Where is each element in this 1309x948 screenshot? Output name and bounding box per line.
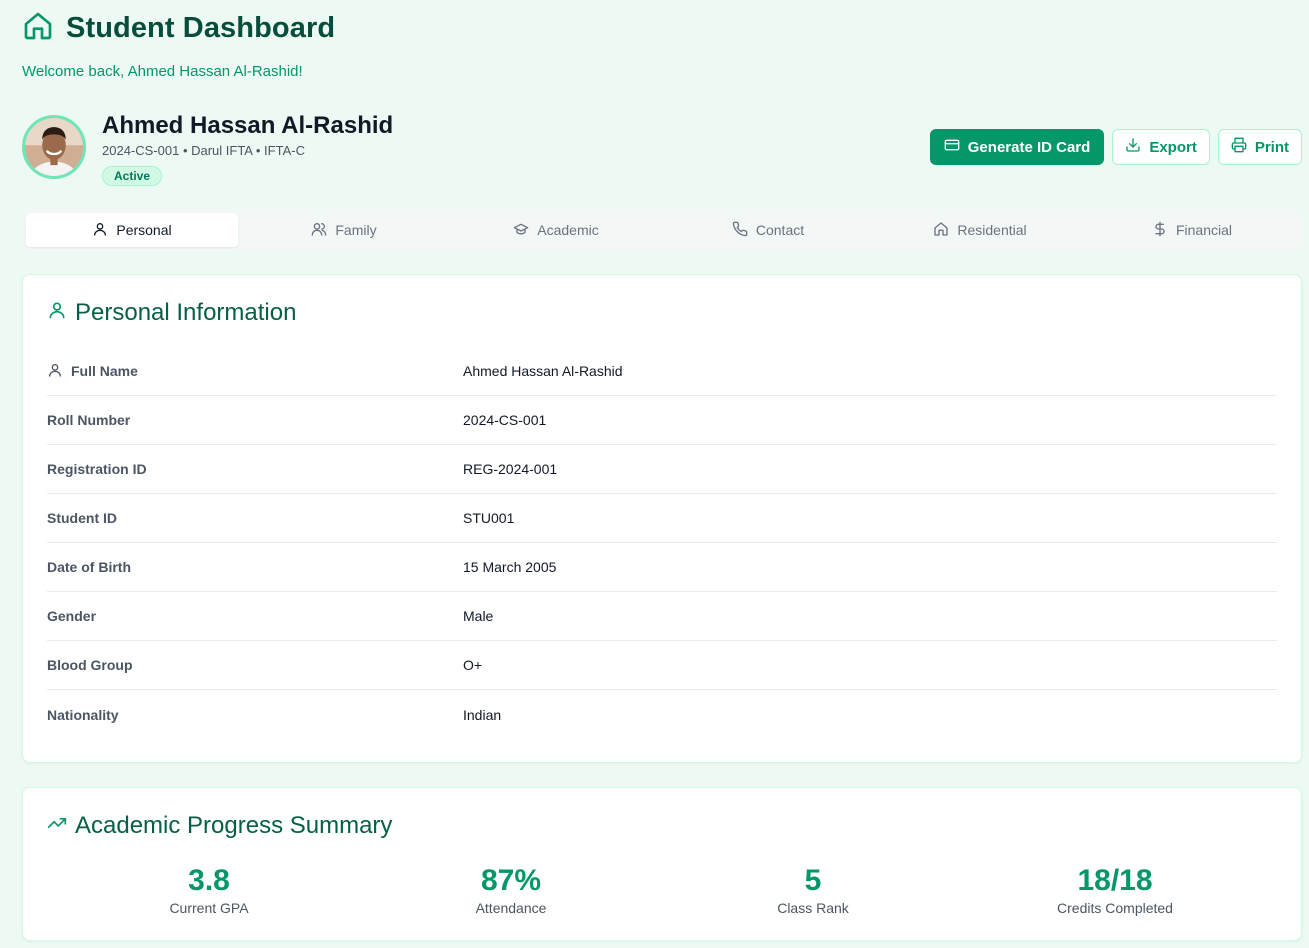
info-row-gender: Gender Male (47, 592, 1277, 641)
student-name: Ahmed Hassan Al-Rashid (102, 112, 394, 139)
tab-label: Family (335, 222, 377, 238)
field-value: Male (463, 608, 494, 624)
field-value: 2024-CS-001 (463, 412, 547, 428)
progress-stats: 3.8 Current GPA 87% Attendance 5 Class R… (58, 864, 1266, 916)
academic-progress-card: Academic Progress Summary 3.8 Current GP… (22, 787, 1302, 941)
stat-value: 5 (804, 864, 822, 897)
page-title: Student Dashboard (66, 12, 336, 44)
home-icon (933, 221, 949, 240)
info-row-nationality: Nationality Indian (47, 690, 1277, 739)
stat-current-gpa: 3.8 Current GPA (58, 864, 360, 916)
id-card-icon (944, 137, 960, 157)
info-row-student-id: Student ID STU001 (47, 494, 1277, 543)
tab-label: Residential (957, 222, 1027, 238)
home-icon (22, 10, 54, 47)
field-value: O+ (463, 657, 483, 673)
export-label: Export (1149, 138, 1197, 156)
stat-label: Current GPA (169, 900, 249, 916)
info-label: Full Name (47, 362, 463, 381)
generate-id-card-button[interactable]: Generate ID Card (929, 129, 1105, 165)
profile-tabs: Personal Family Academic Contact Residen… (22, 209, 1302, 251)
field-value: REG-2024-001 (463, 461, 558, 477)
field-value: Ahmed Hassan Al-Rashid (463, 363, 623, 379)
action-buttons: Generate ID Card Export Print (929, 129, 1302, 165)
title-row: Student Dashboard (22, 10, 335, 47)
print-button[interactable]: Print (1217, 129, 1302, 165)
printer-icon (1231, 137, 1247, 157)
avatar (22, 115, 86, 179)
users-icon (311, 221, 327, 240)
field-value: 15 March 2005 (463, 559, 557, 575)
user-icon (92, 221, 108, 240)
phone-icon (732, 221, 748, 240)
academic-progress-title: Academic Progress Summary (75, 812, 393, 839)
welcome-message: Welcome back, Ahmed Hassan Al-Rashid! (22, 63, 303, 80)
field-label: Blood Group (47, 657, 133, 673)
tab-label: Personal (116, 222, 172, 238)
stat-value: 18/18 (1077, 864, 1153, 897)
avatar-photo (25, 118, 83, 176)
field-value: STU001 (463, 510, 515, 526)
graduation-cap-icon (513, 221, 529, 240)
tab-label: Financial (1175, 222, 1233, 238)
student-profile-header: Ahmed Hassan Al-Rashid 2024-CS-001 • Dar… (22, 112, 1302, 188)
field-label: Student ID (47, 510, 117, 526)
tab-contact[interactable]: Contact (662, 213, 874, 247)
stat-attendance: 87% Attendance (360, 864, 662, 916)
info-row-roll-number: Roll Number 2024-CS-001 (47, 396, 1277, 445)
stat-label: Class Rank (777, 900, 849, 916)
info-row-full-name: Full Name Ahmed Hassan Al-Rashid (47, 347, 1277, 396)
info-row-blood-group: Blood Group O+ (47, 641, 1277, 690)
tab-residential[interactable]: Residential (874, 213, 1086, 247)
info-row-date-of-birth: Date of Birth 15 March 2005 (47, 543, 1277, 592)
field-label: Full Name (71, 363, 138, 379)
stat-class-rank: 5 Class Rank (662, 864, 964, 916)
page-header: Student Dashboard Welcome back, Ahmed Ha… (22, 10, 335, 80)
info-list: Full Name Ahmed Hassan Al-Rashid Roll Nu… (47, 347, 1277, 739)
info-row-registration-id: Registration ID REG-2024-001 (47, 445, 1277, 494)
print-label: Print (1254, 138, 1289, 156)
stat-credits-completed: 18/18 Credits Completed (964, 864, 1266, 916)
tab-financial[interactable]: Financial (1086, 213, 1298, 247)
stat-label: Attendance (475, 900, 547, 916)
tab-label: Academic (537, 222, 599, 238)
export-button[interactable]: Export (1112, 129, 1210, 165)
field-label: Roll Number (47, 412, 131, 428)
personal-information-title: Personal Information (75, 299, 297, 326)
dollar-icon (1152, 221, 1168, 240)
stat-value: 87% (480, 864, 542, 897)
card-title: Academic Progress Summary (47, 812, 392, 840)
student-meta: 2024-CS-001 • Darul IFTA • IFTA-C (102, 143, 305, 158)
download-icon (1125, 137, 1141, 157)
field-label: Nationality (47, 706, 119, 723)
tab-personal[interactable]: Personal (26, 213, 238, 247)
user-icon (47, 362, 63, 381)
tab-label: Contact (755, 222, 805, 238)
tab-academic[interactable]: Academic (450, 213, 662, 247)
field-label: Registration ID (47, 461, 147, 477)
trending-up-icon (47, 812, 67, 840)
personal-information-card: Personal Information Full Name Ahmed Has… (22, 274, 1302, 763)
field-label: Gender (47, 608, 97, 624)
field-label: Date of Birth (47, 559, 131, 575)
card-title: Personal Information (47, 299, 296, 327)
tab-family[interactable]: Family (238, 213, 450, 247)
stat-value: 3.8 (188, 864, 230, 897)
generate-id-card-label: Generate ID Card (967, 138, 1091, 156)
field-value: Indian (463, 706, 502, 723)
user-icon (47, 299, 67, 327)
status-badge: Active (102, 166, 163, 186)
stat-label: Credits Completed (1057, 900, 1173, 916)
